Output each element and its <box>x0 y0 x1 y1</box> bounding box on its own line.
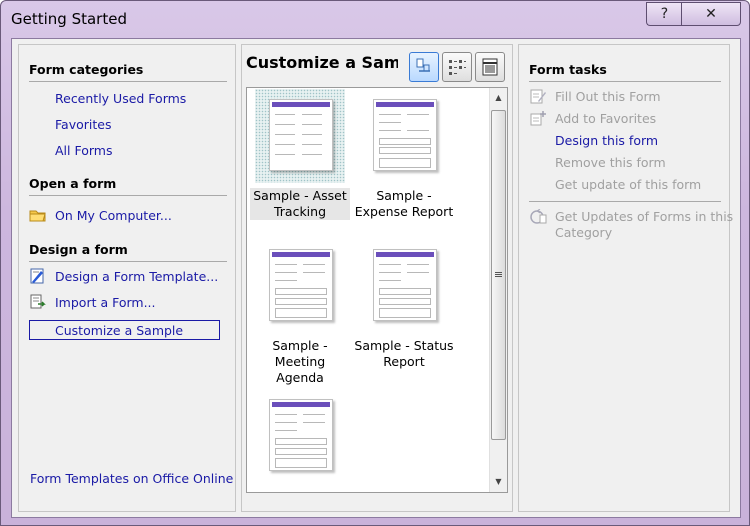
design-this-form-link[interactable]: Design this form <box>555 133 658 148</box>
right-pane: Form tasks Fill Out this Form Add to Fav… <box>518 44 733 512</box>
form-preview <box>373 249 437 321</box>
form-header-bar <box>376 102 434 107</box>
form-preview <box>269 99 333 171</box>
divider <box>529 81 721 82</box>
fill-form-icon <box>530 89 546 104</box>
getting-started-window: Getting Started ? ✕ Form categories Rece… <box>0 0 750 526</box>
thumbnail-caption: Sample - Asset Tracking <box>250 188 350 220</box>
large-icons-view-button[interactable] <box>409 52 439 82</box>
on-my-computer-link[interactable]: On My Computer... <box>29 208 172 223</box>
form-preview <box>269 249 333 321</box>
update-forms-icon <box>530 209 547 224</box>
divider <box>29 261 227 262</box>
form-header-bar <box>272 102 330 107</box>
thumbnail-caption: Sample - Meeting Agenda <box>272 338 328 385</box>
office-online-link[interactable]: Form Templates on Office Online <box>30 471 233 486</box>
form-tasks-heading: Form tasks <box>529 62 607 77</box>
import-form-label: Import a Form... <box>55 295 156 310</box>
window-title: Getting Started <box>11 10 127 28</box>
list-view-button[interactable] <box>442 52 472 82</box>
divider <box>29 81 227 82</box>
remove-this-form-link[interactable]: Remove this form <box>555 155 666 170</box>
import-form-link[interactable]: Import a Form... <box>30 294 156 310</box>
open-form-heading: Open a form <box>29 176 117 191</box>
close-icon: ✕ <box>705 6 717 22</box>
thumbnail-caption: Sample - Expense Report <box>354 188 454 219</box>
categories-heading: Form categories <box>29 62 144 77</box>
large-icons-view-icon <box>416 58 430 72</box>
list-view-icon <box>449 60 466 75</box>
title-bar: Getting Started ? ✕ <box>1 1 749 37</box>
sample-thumbnail[interactable] <box>250 388 350 492</box>
category-recently-used[interactable]: Recently Used Forms <box>55 91 186 106</box>
scroll-up-arrow-icon[interactable]: ▲ <box>490 90 507 106</box>
form-header-bar <box>272 402 330 407</box>
left-pane: Form categories Recently Used Forms Favo… <box>18 44 236 512</box>
customize-sample-selected[interactable]: Customize a Sample <box>29 320 220 340</box>
add-to-favorites-link[interactable]: Add to Favorites <box>530 111 656 126</box>
form-preview <box>373 99 437 171</box>
sample-thumbnail[interactable]: Sample - Meeting Agenda <box>250 238 350 385</box>
sample-thumbnail[interactable]: Sample - Asset Tracking <box>250 88 350 221</box>
design-template-icon <box>30 268 44 284</box>
form-header-bar <box>376 252 434 257</box>
category-all-forms[interactable]: All Forms <box>55 143 112 158</box>
form-header-bar <box>272 252 330 257</box>
customize-sample-label: Customize a Sample <box>55 323 184 338</box>
sample-thumbnail[interactable]: Sample - Status Report <box>354 238 454 371</box>
get-updates-category-link[interactable]: Get Updates of Forms in this Category <box>530 209 733 241</box>
details-view-icon <box>482 58 498 76</box>
sample-gallery: Sample - Asset Tracking Sample - Expense R… <box>246 87 508 493</box>
help-button[interactable]: ? <box>646 2 682 26</box>
close-button[interactable]: ✕ <box>681 2 741 26</box>
design-template-label: Design a Form Template... <box>55 269 219 284</box>
divider <box>29 195 227 196</box>
category-favorites[interactable]: Favorites <box>55 117 111 132</box>
import-form-icon <box>30 294 46 309</box>
fill-out-form-link[interactable]: Fill Out this Form <box>530 89 661 104</box>
details-view-button[interactable] <box>475 52 505 82</box>
thumbnail-caption: Sample - Status Report <box>354 338 454 369</box>
dialog-client: Form categories Recently Used Forms Favo… <box>11 38 741 518</box>
scroll-down-arrow-icon[interactable]: ▼ <box>490 474 507 490</box>
form-preview <box>269 399 333 471</box>
help-icon: ? <box>660 6 669 22</box>
get-update-link[interactable]: Get update of this form <box>555 177 701 192</box>
design-form-heading: Design a form <box>29 242 128 257</box>
divider <box>529 201 721 202</box>
on-my-computer-label: On My Computer... <box>55 208 172 223</box>
scrollbar-thumb[interactable] <box>491 110 506 440</box>
gallery-title: Customize a Sample <box>246 53 398 72</box>
sample-thumbnail[interactable]: Sample - Expense Report <box>354 88 454 221</box>
add-favorites-icon <box>530 111 546 126</box>
folder-icon <box>29 210 46 222</box>
design-template-link[interactable]: Design a Form Template... <box>30 268 219 284</box>
middle-pane: Customize a Sample <box>241 44 513 512</box>
gallery-scrollbar[interactable]: ▲ ▼ <box>489 88 507 492</box>
